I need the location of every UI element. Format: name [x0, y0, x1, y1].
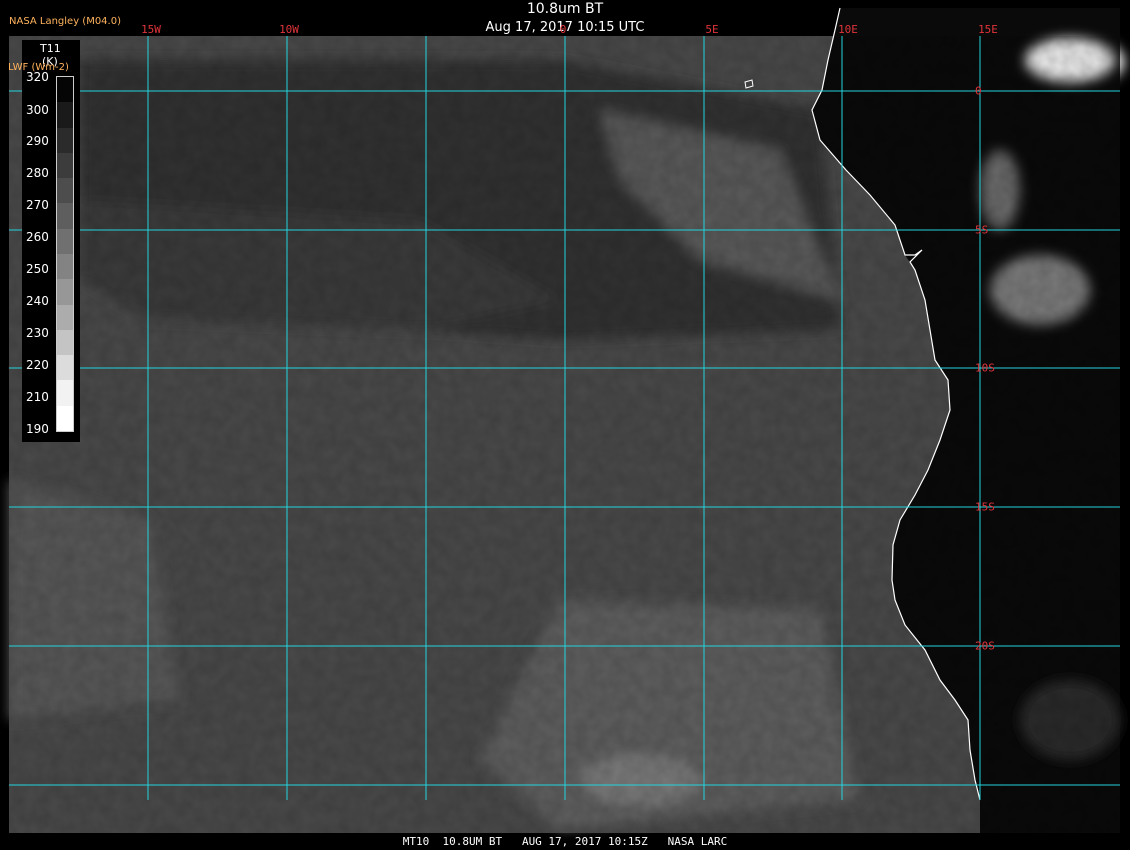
- legend-swatch: [57, 127, 73, 154]
- lat-label-0: 0: [975, 84, 982, 98]
- legend-swatch: [57, 329, 73, 356]
- legend-swatch: [57, 152, 73, 179]
- legend-swatch: [57, 254, 73, 280]
- satellite-map: [9, 7, 1125, 833]
- lat-label-5s: 5S: [975, 223, 989, 237]
- lon-label-15e: 15E: [978, 23, 998, 36]
- lat-label-10s: 10S: [975, 361, 995, 375]
- legend-tick-label: 260: [26, 230, 49, 244]
- legend-swatch: [57, 304, 73, 331]
- legend-tick-label: 190: [26, 422, 49, 436]
- legend-swatch: [57, 355, 73, 381]
- legend-tick-label: 320: [26, 70, 49, 84]
- legend-tick-label: 270: [26, 198, 49, 212]
- image-footer: MT10 10.8UM BT AUG 17, 2017 10:15Z NASA …: [402, 835, 728, 848]
- legend-tick-label: 210: [26, 390, 49, 404]
- legend-color-bar: [56, 76, 74, 432]
- lon-label-10e: 10E: [838, 23, 858, 36]
- legend-tick-label: 290: [26, 134, 49, 148]
- color-scale-legend: T11 (K) LWF (Wm-2) 320 300 290 280 270 260 250…: [8, 40, 80, 442]
- lon-label-15w: 15W: [141, 23, 161, 36]
- legend-tick-label: 230: [26, 326, 49, 340]
- legend-parameter: T11: [40, 42, 61, 55]
- legend-tick-label: 220: [26, 358, 49, 372]
- legend-swatch: [57, 203, 73, 230]
- lon-label-5e: 5E: [705, 23, 719, 36]
- legend-swatch: [57, 228, 73, 255]
- legend-tick-label: 240: [26, 294, 49, 308]
- lon-label-10w: 10W: [279, 23, 299, 36]
- satellite-image-viewer: 10.8um BT Aug 17, 2017 10:15 UTC NASA La…: [0, 0, 1130, 850]
- legend-swatch: [57, 77, 73, 103]
- legend-tick-label: 250: [26, 262, 49, 276]
- legend-tick-label: 280: [26, 166, 49, 180]
- legend-swatch: [57, 102, 73, 129]
- legend-swatch: [57, 279, 73, 306]
- lon-label-0: 0: [559, 23, 567, 36]
- lat-label-15s: 15S: [975, 500, 995, 514]
- legend-swatch: [57, 178, 73, 204]
- lat-label-20s: 20S: [975, 639, 995, 653]
- legend-tick-label: 300: [26, 103, 49, 117]
- legend-swatch: [57, 405, 73, 432]
- legend-swatch: [57, 380, 73, 407]
